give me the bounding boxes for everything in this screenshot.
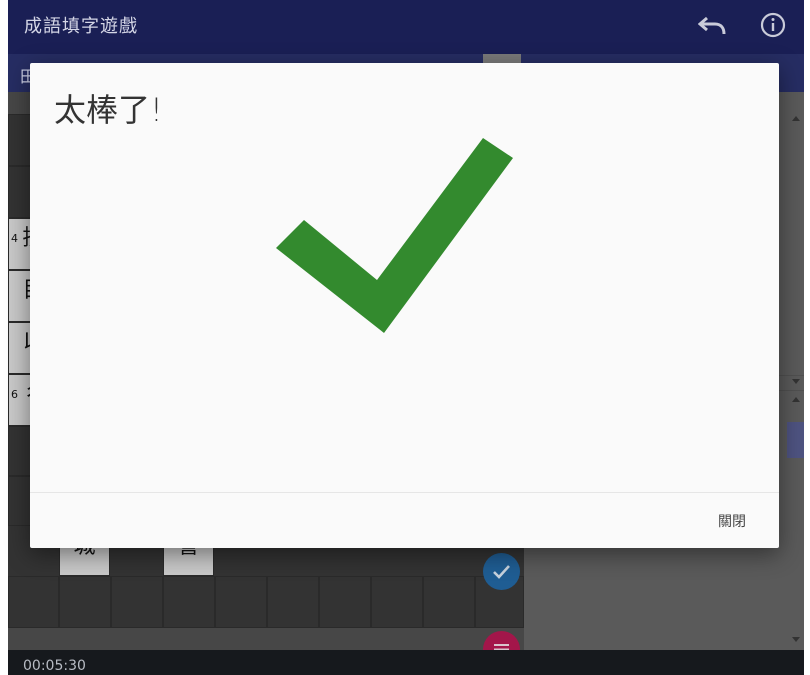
board-cell[interactable] — [371, 576, 423, 628]
undo-icon[interactable] — [698, 12, 728, 40]
check-icon — [493, 565, 510, 579]
board-cell[interactable] — [319, 576, 371, 628]
dialog-divider — [30, 492, 779, 493]
clue-chip[interactable] — [787, 422, 804, 458]
check-mark-icon — [276, 138, 513, 333]
scroll-down-arrow[interactable] — [792, 379, 800, 384]
game-timer: 00:05:30 — [23, 658, 86, 674]
cell-number: 4 — [11, 232, 18, 245]
cell-number: 6 — [11, 388, 18, 401]
board-cell[interactable] — [163, 576, 215, 628]
window-frame-left — [0, 0, 8, 675]
app-bar: 成語填字遊戲 — [8, 0, 804, 54]
board-cell[interactable] — [59, 576, 111, 628]
close-button[interactable]: 關閉 — [701, 507, 763, 535]
status-bar: 00:05:30 — [8, 650, 804, 675]
board-cell[interactable] — [267, 576, 319, 628]
info-icon[interactable] — [758, 10, 788, 40]
scroll-up-arrow[interactable] — [792, 116, 800, 121]
dialog-title: 太棒了! — [54, 91, 163, 129]
board-cell[interactable] — [111, 576, 163, 628]
scroll-down-arrow[interactable] — [792, 637, 800, 642]
scroll-up-arrow[interactable] — [792, 397, 800, 402]
success-dialog: 太棒了! 關閉 — [30, 63, 779, 548]
check-answer-button[interactable] — [483, 553, 520, 590]
board-cell[interactable] — [423, 576, 475, 628]
board-cell[interactable] — [215, 576, 267, 628]
board-cell[interactable] — [8, 576, 59, 628]
app-title: 成語填字遊戲 — [24, 16, 138, 37]
